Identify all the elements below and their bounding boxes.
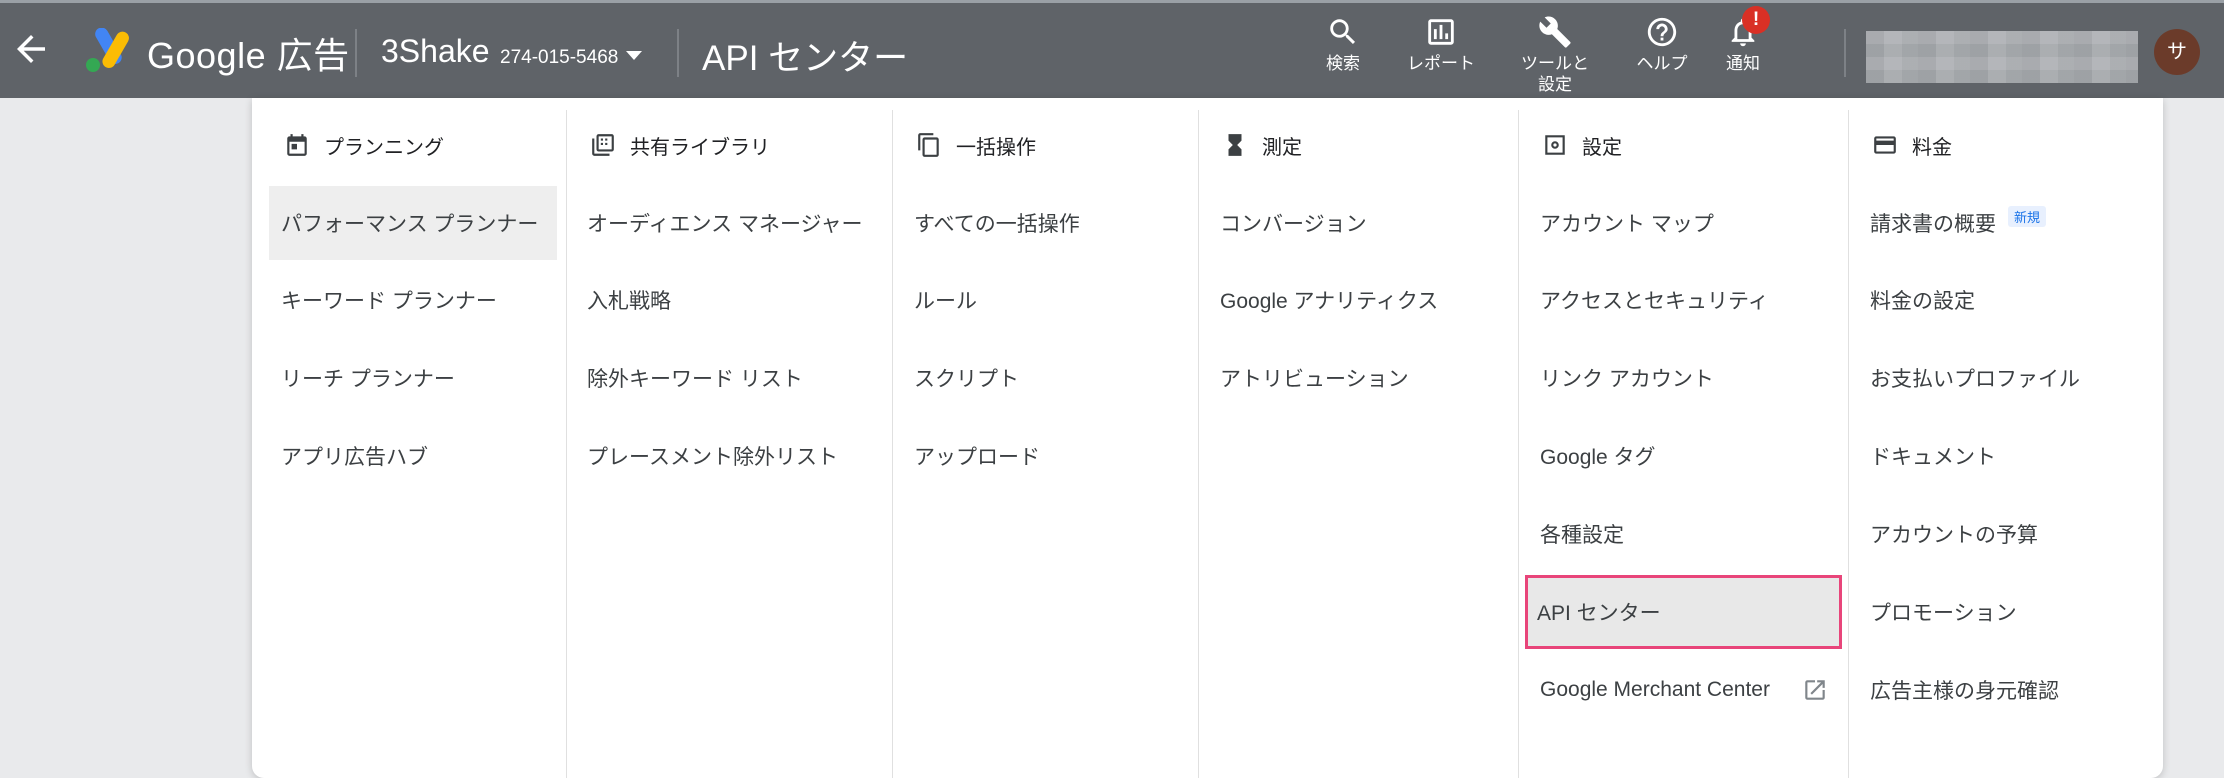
top-app-bar: Google 広告 3Shake 274-015-5468 API センター 検… [0,0,2224,98]
menu-item-reach-planner[interactable]: リーチ プランナー [269,341,557,415]
hourglass-icon [1228,134,1242,156]
menu-item-audience-manager[interactable]: オーディエンス マネージャー [575,186,885,260]
menu-item-access-security[interactable]: アクセスとセキュリティ [1528,263,1842,337]
column-divider [892,110,893,778]
search-icon [1330,19,1356,45]
report-tool-label: レポート [1407,54,1475,73]
menu-item-uploads[interactable]: アップロード [902,419,1190,493]
credit-card-icon [1874,136,1896,154]
menu-item-payments-profile[interactable]: お支払いプロファイル [1858,341,2154,415]
new-badge: 新規 [2008,205,2047,227]
billing-summary-label: 請求書の概要 [1870,213,1996,236]
menu-item-keyword-planner[interactable]: キーワード プランナー [269,263,557,337]
notifications-label: 通知 [1726,54,1760,73]
settings-box-icon [1545,135,1565,155]
menu-item-rules[interactable]: ルール [902,263,1190,337]
menu-item-account-map[interactable]: アカウント マップ [1528,186,1842,260]
divider [1844,29,1846,77]
account-dropdown-caret-icon[interactable] [626,51,642,60]
bulk-actions-header-label: 一括操作 [956,136,1036,159]
menu-item-bid-strategies[interactable]: 入札戦略 [575,263,885,337]
google-ads-logo-icon[interactable] [82,27,132,74]
column-divider [566,110,567,778]
product-name: Google 広告 [147,35,350,76]
account-id[interactable]: 274-015-5468 [500,47,618,69]
measurement-header-label: 測定 [1262,136,1302,159]
settings-header-label: 設定 [1582,136,1622,159]
divider [677,29,679,77]
menu-item-performance-planner[interactable]: パフォーマンス プランナー [269,186,557,260]
column-divider [1848,110,1849,778]
menu-item-account-budgets[interactable]: アカウントの予算 [1858,497,2154,571]
menu-item-google-merchant-center[interactable]: Google Merchant Center [1528,653,1842,727]
shared-library-section-header: 共有ライブラリ [590,130,770,160]
bulk-actions-section-header: 一括操作 [916,130,1036,160]
avatar[interactable]: サ [2154,29,2200,75]
tools-settings-button[interactable]: ツールと 設定 [1505,15,1605,95]
search-tool-button[interactable]: 検索 [1293,15,1393,74]
billing-section-header: 料金 [1872,130,1952,160]
back-arrow-icon[interactable] [10,28,52,70]
help-icon [1647,17,1677,47]
menu-item-api-center[interactable]: API センター [1525,575,1842,649]
wrench-icon [1539,16,1571,48]
menu-item-billing-summary[interactable]: 請求書の概要 新規 [1858,186,2154,260]
library-icon [592,134,614,156]
merchant-center-label: Google Merchant Center [1540,678,1770,701]
planning-header-label: プランニング [324,136,444,159]
menu-item-scripts[interactable]: スクリプト [902,341,1190,415]
divider [355,29,357,77]
column-divider [1198,110,1199,778]
report-icon [1428,19,1454,45]
menu-item-documents[interactable]: ドキュメント [1858,419,2154,493]
column-divider [1518,110,1519,778]
menu-item-billing-settings[interactable]: 料金の設定 [1858,263,2154,337]
tools-settings-menu: プランニング パフォーマンス プランナー キーワード プランナー リーチ プラン… [252,98,2163,778]
account-info-redacted[interactable] [1866,31,2138,83]
billing-header-label: 料金 [1912,136,1952,159]
measurement-section-header: 測定 [1222,130,1302,160]
open-in-new-icon [1805,680,1825,700]
menu-item-app-ads-hub[interactable]: アプリ広告ハブ [269,419,557,493]
page-title: API センター [702,39,909,78]
tools-settings-label: ツールと 設定 [1521,54,1589,94]
menu-item-promotions[interactable]: プロモーション [1858,575,2154,649]
menu-item-linked-accounts[interactable]: リンク アカウント [1528,341,1842,415]
account-name[interactable]: 3Shake [381,33,490,70]
search-tool-label: 検索 [1326,54,1360,73]
menu-item-google-tag[interactable]: Google タグ [1528,419,1842,493]
menu-item-attribution[interactable]: アトリビューション [1208,341,1510,415]
notification-badge: ! [1742,6,1770,34]
shared-library-header-label: 共有ライブラリ [630,136,770,159]
calendar-icon [287,134,307,156]
menu-item-google-analytics[interactable]: Google アナリティクス [1208,263,1510,337]
copy-icon [918,133,939,157]
menu-item-advertiser-verification[interactable]: 広告主様の身元確認 [1858,653,2154,727]
menu-item-placement-exclusion-lists[interactable]: プレースメント除外リスト [575,419,885,493]
menu-item-all-bulk-actions[interactable]: すべての一括操作 [902,186,1190,260]
menu-item-conversions[interactable]: コンバージョン [1208,186,1510,260]
settings-section-header: 設定 [1542,130,1622,160]
report-tool-button[interactable]: レポート [1391,15,1491,74]
menu-item-negative-keyword-lists[interactable]: 除外キーワード リスト [575,341,885,415]
planning-section-header: プランニング [284,130,444,160]
menu-item-account-settings[interactable]: 各種設定 [1528,497,1842,571]
